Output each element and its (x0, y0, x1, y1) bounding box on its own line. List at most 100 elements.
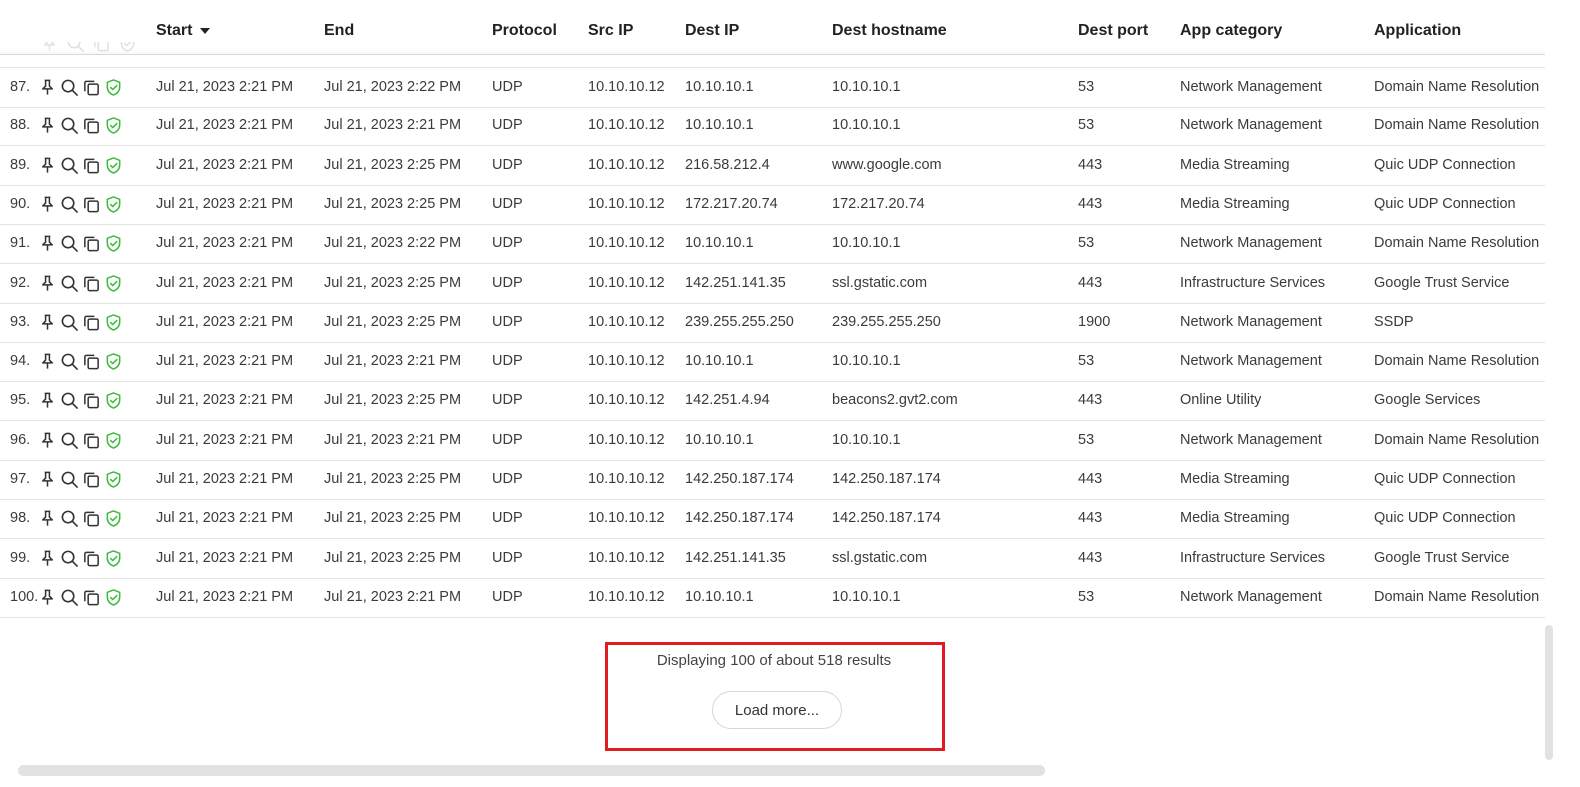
copy-icon[interactable] (82, 313, 101, 332)
table-row[interactable]: 94. Jul 21, 2023 2:21 PM Jul 21, 2023 2:21… (0, 342, 1545, 383)
shield-check-icon[interactable] (104, 470, 123, 489)
cell-src-ip: 10.10.10.12 (588, 353, 665, 370)
column-header-end[interactable]: End (324, 22, 354, 40)
copy-icon[interactable] (82, 274, 101, 293)
table-row[interactable]: 98. Jul 21, 2023 2:21 PM Jul 21, 2023 2:25… (0, 499, 1545, 540)
column-header-app-category[interactable]: App category (1180, 22, 1282, 40)
search-icon[interactable] (60, 549, 79, 568)
sort-descending-icon (200, 27, 211, 34)
table-row[interactable]: 89. Jul 21, 2023 2:21 PM Jul 21, 2023 2:25… (0, 146, 1545, 186)
pin-icon[interactable] (38, 391, 57, 410)
pin-icon[interactable] (38, 78, 57, 97)
search-icon[interactable] (60, 391, 79, 410)
table-row[interactable]: 91. Jul 21, 2023 2:21 PM Jul 21, 2023 2:22… (0, 224, 1545, 265)
copy-icon[interactable] (82, 78, 101, 97)
column-header-dest-port[interactable]: Dest port (1078, 22, 1148, 40)
table-row[interactable]: 96. Jul 21, 2023 2:21 PM Jul 21, 2023 2:21… (0, 421, 1545, 461)
cell-end: Jul 21, 2023 2:25 PM (324, 274, 462, 291)
cell-dest-ip: 216.58.212.4 (685, 156, 770, 173)
search-icon[interactable] (60, 274, 79, 293)
search-icon[interactable] (60, 588, 79, 607)
pin-icon[interactable] (38, 588, 57, 607)
pin-icon[interactable] (38, 116, 57, 135)
table-row[interactable]: 97. Jul 21, 2023 2:21 PM Jul 21, 2023 2:25… (0, 460, 1545, 500)
copy-icon[interactable] (82, 588, 101, 607)
cell-protocol: UDP (492, 353, 523, 370)
column-header-protocol[interactable]: Protocol (492, 22, 557, 40)
pin-icon[interactable] (38, 509, 57, 528)
copy-icon[interactable] (82, 156, 101, 175)
copy-icon[interactable] (82, 195, 101, 214)
column-header-application[interactable]: Application (1374, 22, 1461, 40)
shield-check-icon[interactable] (104, 509, 123, 528)
vertical-scrollbar[interactable] (1545, 625, 1553, 760)
cell-dest-port: 443 (1078, 195, 1103, 212)
copy-icon[interactable] (82, 549, 101, 568)
table-row[interactable]: 95. Jul 21, 2023 2:21 PM Jul 21, 2023 2:25… (0, 381, 1545, 422)
cell-dest-hostname: 10.10.10.1 (832, 353, 901, 370)
shield-check-icon[interactable] (104, 431, 123, 450)
pin-icon[interactable] (38, 274, 57, 293)
shield-check-icon[interactable] (104, 274, 123, 293)
search-icon[interactable] (60, 234, 79, 253)
table-row[interactable]: 99. Jul 21, 2023 2:21 PM Jul 21, 2023 2:25… (0, 539, 1545, 579)
cell-dest-port: 53 (1078, 431, 1095, 448)
table-row[interactable]: 100. Jul 21, 2023 2:21 PM Jul 21, 2023 2:2… (0, 578, 1545, 618)
row-index: 98. (10, 510, 31, 527)
horizontal-scrollbar[interactable] (18, 765, 1045, 776)
copy-icon[interactable] (82, 509, 101, 528)
column-header-dest-hostname[interactable]: Dest hostname (832, 22, 947, 40)
cell-src-ip: 10.10.10.12 (588, 117, 665, 134)
column-header-dest-ip[interactable]: Dest IP (685, 22, 739, 40)
shield-check-icon[interactable] (104, 234, 123, 253)
copy-icon[interactable] (82, 116, 101, 135)
table-row[interactable]: 93. Jul 21, 2023 2:21 PM Jul 21, 2023 2:25… (0, 303, 1545, 343)
cell-protocol: UDP (492, 195, 523, 212)
shield-check-icon[interactable] (104, 549, 123, 568)
shield-check-icon[interactable] (104, 588, 123, 607)
search-icon[interactable] (60, 509, 79, 528)
column-header-start[interactable]: Start (156, 22, 211, 40)
cell-end: Jul 21, 2023 2:25 PM (324, 549, 462, 566)
pin-icon[interactable] (38, 313, 57, 332)
table-row[interactable]: 92. Jul 21, 2023 2:21 PM Jul 21, 2023 2:25… (0, 264, 1545, 304)
pin-icon[interactable] (38, 156, 57, 175)
load-more-button[interactable]: Load more... (712, 691, 842, 729)
pin-icon[interactable] (38, 234, 57, 253)
cell-dest-hostname: 10.10.10.1 (832, 79, 901, 95)
pin-icon[interactable] (38, 195, 57, 214)
search-icon[interactable] (60, 116, 79, 135)
cell-dest-port: 443 (1078, 510, 1103, 527)
column-header-src-ip[interactable]: Src IP (588, 22, 633, 40)
copy-icon[interactable] (82, 431, 101, 450)
shield-check-icon[interactable] (104, 156, 123, 175)
shield-check-icon[interactable] (104, 78, 123, 97)
pin-icon[interactable] (38, 352, 57, 371)
cell-dest-port: 53 (1078, 79, 1095, 95)
search-icon[interactable] (60, 352, 79, 371)
copy-icon[interactable] (82, 234, 101, 253)
search-icon[interactable] (60, 431, 79, 450)
copy-icon[interactable] (82, 352, 101, 371)
pin-icon[interactable] (38, 470, 57, 489)
copy-icon[interactable] (82, 391, 101, 410)
search-icon[interactable] (60, 78, 79, 97)
shield-check-icon[interactable] (104, 195, 123, 214)
table-row[interactable]: 87. Jul 21, 2023 2:21 PM Jul 21, 2023 2:22… (0, 67, 1545, 108)
shield-check-icon[interactable] (104, 391, 123, 410)
cell-end: Jul 21, 2023 2:22 PM (324, 79, 462, 95)
search-icon[interactable] (60, 195, 79, 214)
table-row[interactable]: 88. Jul 21, 2023 2:21 PM Jul 21, 2023 2:21… (0, 106, 1545, 147)
cell-dest-port: 443 (1078, 471, 1103, 487)
cell-protocol: UDP (492, 117, 523, 134)
pin-icon[interactable] (38, 431, 57, 450)
copy-icon[interactable] (82, 470, 101, 489)
table-row[interactable]: 90. Jul 21, 2023 2:21 PM Jul 21, 2023 2:25… (0, 185, 1545, 225)
search-icon[interactable] (60, 156, 79, 175)
shield-check-icon[interactable] (104, 116, 123, 135)
search-icon[interactable] (60, 470, 79, 489)
shield-check-icon[interactable] (104, 352, 123, 371)
pin-icon[interactable] (38, 549, 57, 568)
search-icon[interactable] (60, 313, 79, 332)
shield-check-icon[interactable] (104, 313, 123, 332)
